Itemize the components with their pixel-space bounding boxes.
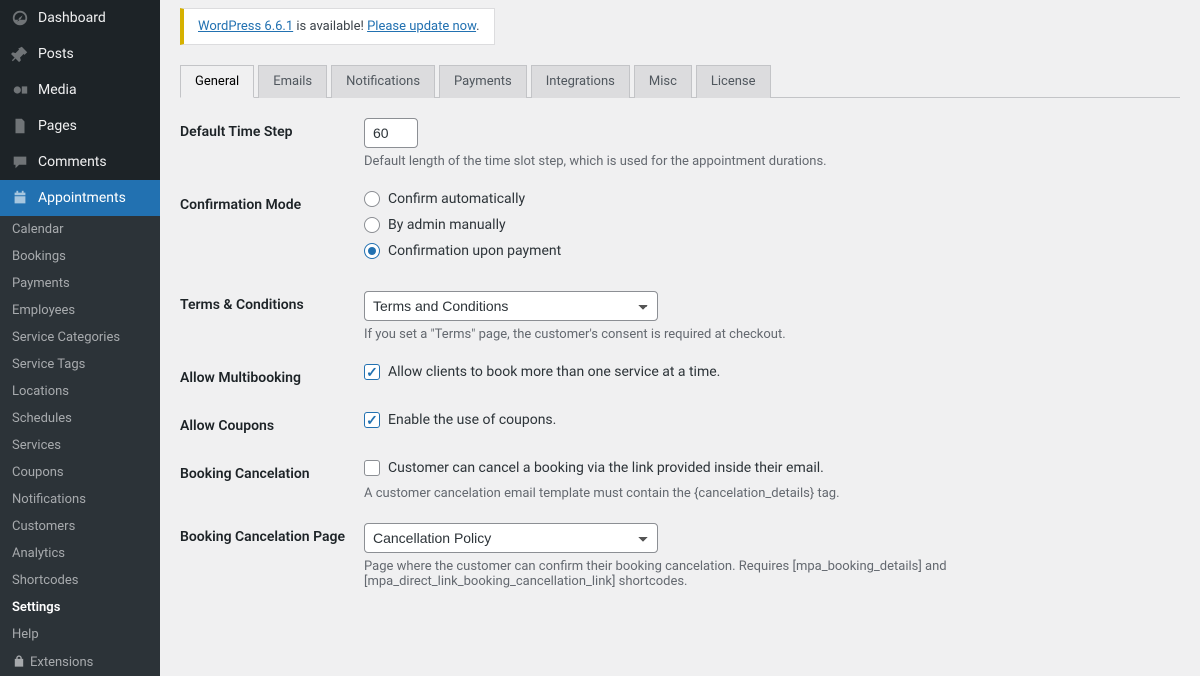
desc-time-step: Default length of the time slot step, wh… — [364, 154, 1180, 169]
submenu-item-service-tags[interactable]: Service Tags — [0, 351, 160, 378]
update-notice: WordPress 6.6.1 is available! Please upd… — [180, 8, 495, 45]
terms-select[interactable]: Terms and Conditions — [364, 291, 658, 321]
submenu-item-services[interactable]: Services — [0, 432, 160, 459]
tab-payments[interactable]: Payments — [439, 65, 527, 98]
settings-tabs: GeneralEmailsNotificationsPaymentsIntegr… — [180, 65, 1180, 98]
label-confirmation: Confirmation Mode — [180, 191, 364, 213]
submenu-item-service-categories[interactable]: Service Categories — [0, 324, 160, 351]
menu-label: Comments — [38, 154, 107, 170]
submenu-item-analytics[interactable]: Analytics — [0, 540, 160, 567]
label-cancelation-page: Booking Cancelation Page — [180, 523, 364, 545]
tab-license[interactable]: License — [696, 65, 771, 98]
multibooking-check-row[interactable]: Allow clients to book more than one serv… — [364, 364, 1180, 380]
submenu-item-help[interactable]: Help — [0, 621, 160, 648]
label-terms: Terms & Conditions — [180, 291, 364, 313]
menu-label: Posts — [38, 46, 74, 62]
label-time-step: Default Time Step — [180, 118, 364, 140]
menu-label: Media — [38, 82, 77, 98]
multibooking-check-label: Allow clients to book more than one serv… — [388, 364, 720, 380]
row-cancelation: Booking Cancelation Customer can cancel … — [180, 460, 1180, 501]
menu-label: Pages — [38, 118, 77, 134]
menu-pages[interactable]: Pages — [0, 108, 160, 144]
tab-integrations[interactable]: Integrations — [531, 65, 630, 98]
submenu-item-notifications[interactable]: Notifications — [0, 486, 160, 513]
cancelation-page-select[interactable]: Cancellation Policy — [364, 523, 658, 553]
cancelation-check-row[interactable]: Customer can cancel a booking via the li… — [364, 460, 1180, 476]
submenu-item-shortcodes[interactable]: Shortcodes — [0, 567, 160, 594]
menu-label: Dashboard — [38, 10, 106, 26]
submenu-item-extensions[interactable]: Extensions — [0, 648, 160, 676]
update-now-link[interactable]: Please update now — [367, 19, 476, 34]
cancelation-check-label: Customer can cancel a booking via the li… — [388, 460, 824, 476]
dashboard-icon — [10, 8, 30, 28]
notice-text: is available! — [293, 19, 367, 34]
submenu: CalendarBookingsPaymentsEmployeesService… — [0, 216, 160, 676]
row-confirmation: Confirmation Mode Confirm automatically B… — [180, 191, 1180, 269]
label-multibooking: Allow Multibooking — [180, 364, 364, 386]
coupons-checkbox[interactable] — [364, 412, 380, 428]
menu-media[interactable]: Media — [0, 72, 160, 108]
menu-appointments[interactable]: Appointments — [0, 180, 160, 216]
submenu-item-settings[interactable]: Settings — [0, 594, 160, 621]
row-coupons: Allow Coupons Enable the use of coupons. — [180, 412, 1180, 438]
submenu-item-employees[interactable]: Employees — [0, 297, 160, 324]
confirmation-option[interactable]: Confirm automatically — [364, 191, 1180, 207]
tab-misc[interactable]: Misc — [634, 65, 692, 98]
comment-icon — [10, 152, 30, 172]
row-multibooking: Allow Multibooking Allow clients to book… — [180, 364, 1180, 390]
label-coupons: Allow Coupons — [180, 412, 364, 434]
submenu-item-calendar[interactable]: Calendar — [0, 216, 160, 243]
notice-suffix: . — [476, 19, 479, 34]
time-step-input[interactable] — [364, 118, 418, 148]
submenu-item-locations[interactable]: Locations — [0, 378, 160, 405]
cancelation-checkbox[interactable] — [364, 460, 380, 476]
wp-version-link[interactable]: WordPress 6.6.1 — [198, 19, 293, 34]
tab-general[interactable]: General — [180, 65, 254, 98]
calendar-icon — [10, 188, 30, 208]
confirmation-option[interactable]: Confirmation upon payment — [364, 243, 1180, 259]
pin-icon — [10, 44, 30, 64]
confirmation-radio-label: By admin manually — [388, 217, 506, 233]
confirmation-radio-label: Confirmation upon payment — [388, 243, 561, 259]
submenu-item-customers[interactable]: Customers — [0, 513, 160, 540]
main-content: WordPress 6.6.1 is available! Please upd… — [160, 0, 1200, 676]
submenu-item-payments[interactable]: Payments — [0, 270, 160, 297]
submenu-item-coupons[interactable]: Coupons — [0, 459, 160, 486]
row-cancelation-page: Booking Cancelation Page Cancellation Po… — [180, 523, 1180, 589]
menu-comments[interactable]: Comments — [0, 144, 160, 180]
menu-posts[interactable]: Posts — [0, 36, 160, 72]
coupons-check-label: Enable the use of coupons. — [388, 412, 556, 428]
multibooking-checkbox[interactable] — [364, 364, 380, 380]
tab-notifications[interactable]: Notifications — [331, 65, 435, 98]
admin-sidebar: Dashboard Posts Media Pages Comments App… — [0, 0, 160, 676]
confirmation-radio[interactable] — [364, 191, 380, 207]
row-time-step: Default Time Step Default length of the … — [180, 118, 1180, 169]
confirmation-radio[interactable] — [364, 217, 380, 233]
desc-cancelation-page: Page where the customer can confirm thei… — [364, 559, 1180, 589]
tab-emails[interactable]: Emails — [258, 65, 327, 98]
submenu-item-schedules[interactable]: Schedules — [0, 405, 160, 432]
row-terms: Terms & Conditions Terms and Conditions … — [180, 291, 1180, 342]
confirmation-option[interactable]: By admin manually — [364, 217, 1180, 233]
media-icon — [10, 80, 30, 100]
label-cancelation: Booking Cancelation — [180, 460, 364, 482]
confirmation-radio[interactable] — [364, 243, 380, 259]
desc-cancelation: A customer cancelation email template mu… — [364, 486, 1180, 501]
confirmation-radio-label: Confirm automatically — [388, 191, 525, 207]
submenu-item-bookings[interactable]: Bookings — [0, 243, 160, 270]
page-icon — [10, 116, 30, 136]
coupons-check-row[interactable]: Enable the use of coupons. — [364, 412, 1180, 428]
menu-label: Appointments — [38, 190, 126, 206]
menu-dashboard[interactable]: Dashboard — [0, 0, 160, 36]
desc-terms: If you set a "Terms" page, the customer'… — [364, 327, 1180, 342]
